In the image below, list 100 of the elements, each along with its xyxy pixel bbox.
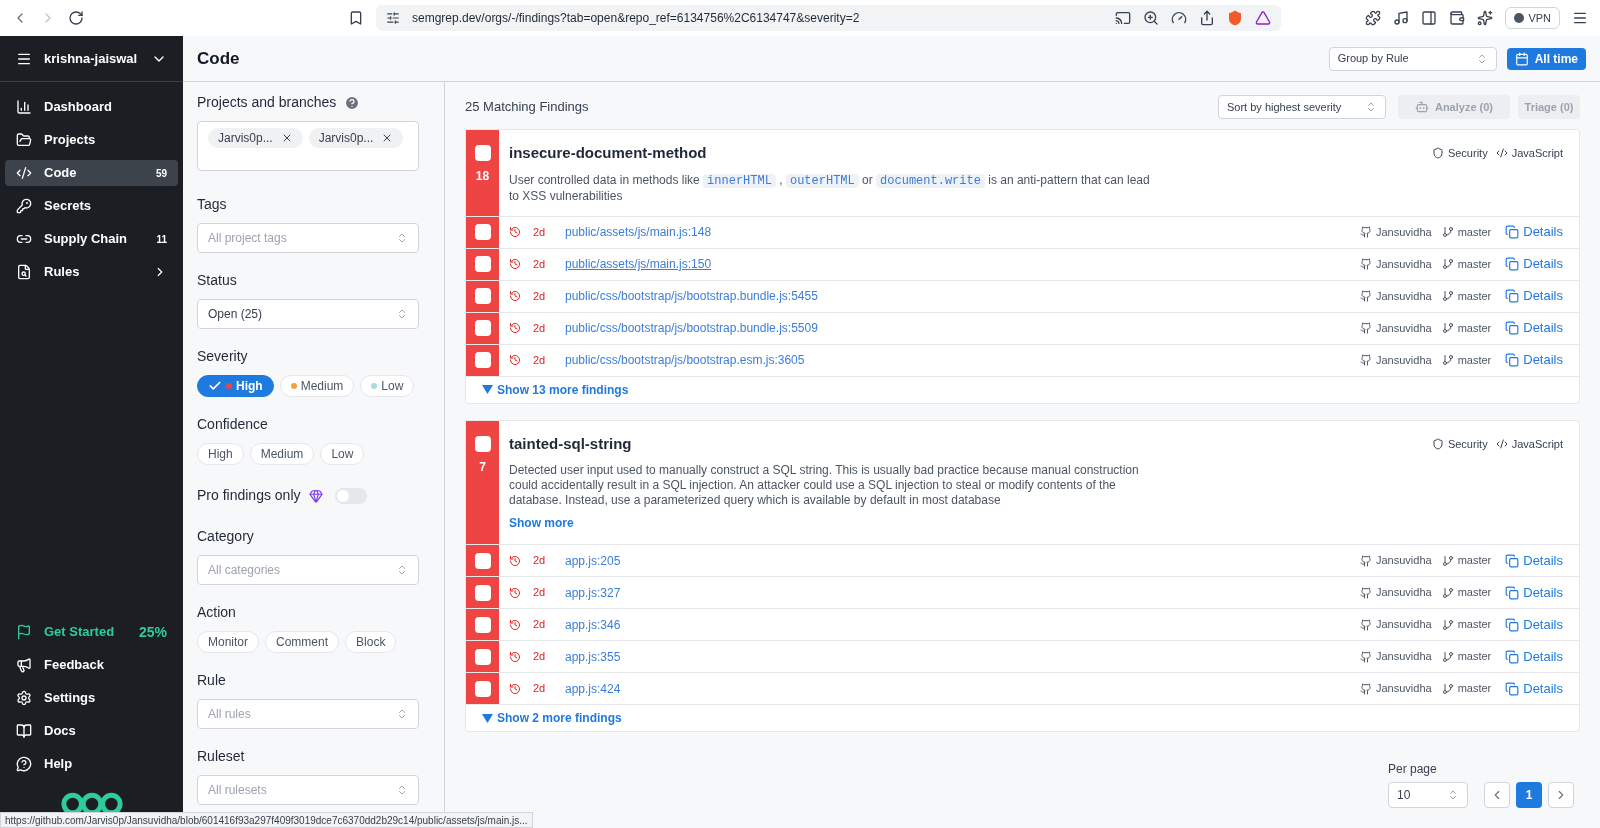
filter-pill[interactable]: High: [197, 375, 274, 397]
details-link[interactable]: Details: [1505, 286, 1563, 306]
checkbox[interactable]: [474, 288, 491, 304]
sidebar-icon[interactable]: [1421, 10, 1438, 26]
select-field[interactable]: All categories: [197, 555, 419, 585]
menu-icon[interactable]: [1572, 10, 1588, 26]
nav-item[interactable]: Projects: [5, 127, 178, 153]
group-by-select[interactable]: Group by Rule: [1328, 46, 1497, 71]
github-icon: [1359, 618, 1372, 631]
select-field[interactable]: All rulesets: [197, 775, 419, 805]
triangle-icon[interactable]: [1255, 10, 1271, 26]
file-link[interactable]: app.js:205: [565, 551, 621, 570]
updown-icon: [396, 784, 408, 796]
project-chip[interactable]: Jarvis0p...: [308, 128, 404, 148]
zoom-icon[interactable]: [1143, 10, 1159, 26]
nav-item[interactable]: Code 59: [5, 160, 178, 186]
show-findings-link[interactable]: Show 2 more findings: [482, 709, 622, 727]
shield-icon[interactable]: [1227, 10, 1243, 26]
details-link[interactable]: Details: [1505, 646, 1563, 667]
filter-pill[interactable]: Low: [320, 443, 365, 465]
nav-item[interactable]: Rules: [5, 259, 178, 285]
vpn-button[interactable]: VPN: [1505, 7, 1560, 29]
filter-pill[interactable]: Low: [360, 375, 415, 397]
file-link[interactable]: app.js:355: [565, 647, 621, 666]
reload-icon[interactable]: [68, 10, 84, 26]
sparkles-icon[interactable]: [1477, 10, 1494, 26]
help-icon: [16, 756, 32, 772]
details-link[interactable]: Details: [1505, 582, 1563, 603]
details-link[interactable]: Details: [1505, 254, 1563, 274]
nav-item[interactable]: Dashboard: [5, 94, 178, 120]
filter-pill[interactable]: Comment: [265, 631, 340, 653]
show-findings-link[interactable]: Show 13 more findings: [482, 380, 629, 399]
page-title: Code: [197, 47, 240, 70]
rule-title: tainted-sql-string: [509, 433, 632, 454]
branch-icon: [1441, 290, 1454, 302]
address-bar[interactable]: semgrep.dev/orgs/-/findings?tab=open&repo_ref=6134756%2C6134747&severity=2: [376, 5, 1281, 31]
site-settings-icon[interactable]: [386, 11, 400, 25]
checkbox[interactable]: [474, 352, 491, 368]
page-button[interactable]: 1: [1516, 782, 1542, 808]
filter-pill[interactable]: Monitor: [197, 631, 259, 653]
nav-item[interactable]: Supply Chain 11: [5, 226, 178, 252]
details-link[interactable]: Details: [1505, 678, 1563, 699]
checkbox[interactable]: [474, 224, 491, 240]
triangle-down-icon: [482, 385, 493, 394]
time-button[interactable]: All time: [1506, 47, 1586, 70]
nav-item[interactable]: Settings: [5, 685, 178, 711]
checkbox[interactable]: [474, 680, 491, 697]
nav-item[interactable]: Feedback: [5, 652, 178, 678]
music-icon[interactable]: [1393, 10, 1410, 26]
toggle-switch[interactable]: [334, 487, 367, 504]
details-link[interactable]: Details: [1505, 318, 1563, 338]
file-link[interactable]: public/assets/js/main.js:150: [565, 255, 712, 273]
show-more-link[interactable]: Show more: [509, 514, 1563, 532]
checkbox[interactable]: [474, 616, 491, 633]
gauge-icon[interactable]: [1171, 10, 1187, 26]
filter-pill[interactable]: Block: [345, 631, 397, 653]
checkbox[interactable]: [474, 256, 491, 272]
details-link[interactable]: Details: [1505, 614, 1563, 635]
sort-select[interactable]: Sort by highest severity: [1218, 95, 1386, 119]
per-page-select[interactable]: 10: [1388, 782, 1468, 808]
file-link[interactable]: public/assets/js/main.js:148: [565, 223, 712, 241]
select-field[interactable]: Open (25): [197, 299, 419, 329]
file-link[interactable]: app.js:327: [565, 583, 621, 602]
filter-pill[interactable]: Medium: [249, 443, 315, 465]
get-started-item[interactable]: Get Started 25%: [5, 619, 178, 645]
select-field[interactable]: All project tags: [197, 223, 419, 253]
projects-field[interactable]: Jarvis0p... Jarvis0p...: [197, 121, 419, 171]
filter-pill[interactable]: Medium: [279, 375, 355, 397]
puzzle-icon[interactable]: [1365, 10, 1382, 26]
checkbox[interactable]: [474, 145, 491, 161]
details-link[interactable]: Details: [1505, 550, 1563, 571]
file-link[interactable]: public/css/bootstrap/js/bootstrap.esm.js:3605: [565, 351, 805, 369]
details-link[interactable]: Details: [1505, 222, 1563, 242]
windows-icon: [1505, 353, 1520, 367]
code-icon: [1495, 147, 1508, 160]
cast-icon[interactable]: [1115, 10, 1131, 26]
checkbox[interactable]: [474, 552, 491, 569]
file-link[interactable]: app.js:424: [565, 679, 621, 698]
bookmark-icon[interactable]: [348, 10, 364, 26]
nav-item[interactable]: Secrets: [5, 193, 178, 219]
checkbox[interactable]: [474, 435, 491, 452]
details-link[interactable]: Details: [1505, 350, 1563, 370]
select-field[interactable]: All rules: [197, 699, 419, 729]
file-link[interactable]: public/css/bootstrap/js/bootstrap.bundle.js:5509: [565, 319, 818, 337]
updown-icon: [396, 308, 408, 320]
filter-label: Category: [197, 527, 255, 546]
checkbox[interactable]: [474, 648, 491, 665]
filter-pill[interactable]: High: [197, 443, 244, 465]
checkbox[interactable]: [474, 584, 491, 601]
updown-icon: [1447, 789, 1459, 801]
share-icon[interactable]: [1199, 10, 1215, 26]
github-icon: [1359, 650, 1372, 663]
checkbox[interactable]: [474, 320, 491, 336]
file-link[interactable]: app.js:346: [565, 615, 621, 634]
wallet-icon[interactable]: [1449, 10, 1466, 26]
nav-item[interactable]: Docs: [5, 718, 178, 744]
github-icon: [1359, 258, 1372, 270]
nav-item[interactable]: Help: [5, 751, 178, 777]
project-chip[interactable]: Jarvis0p...: [208, 128, 303, 148]
file-link[interactable]: public/css/bootstrap/js/bootstrap.bundle.js:5455: [565, 287, 818, 305]
